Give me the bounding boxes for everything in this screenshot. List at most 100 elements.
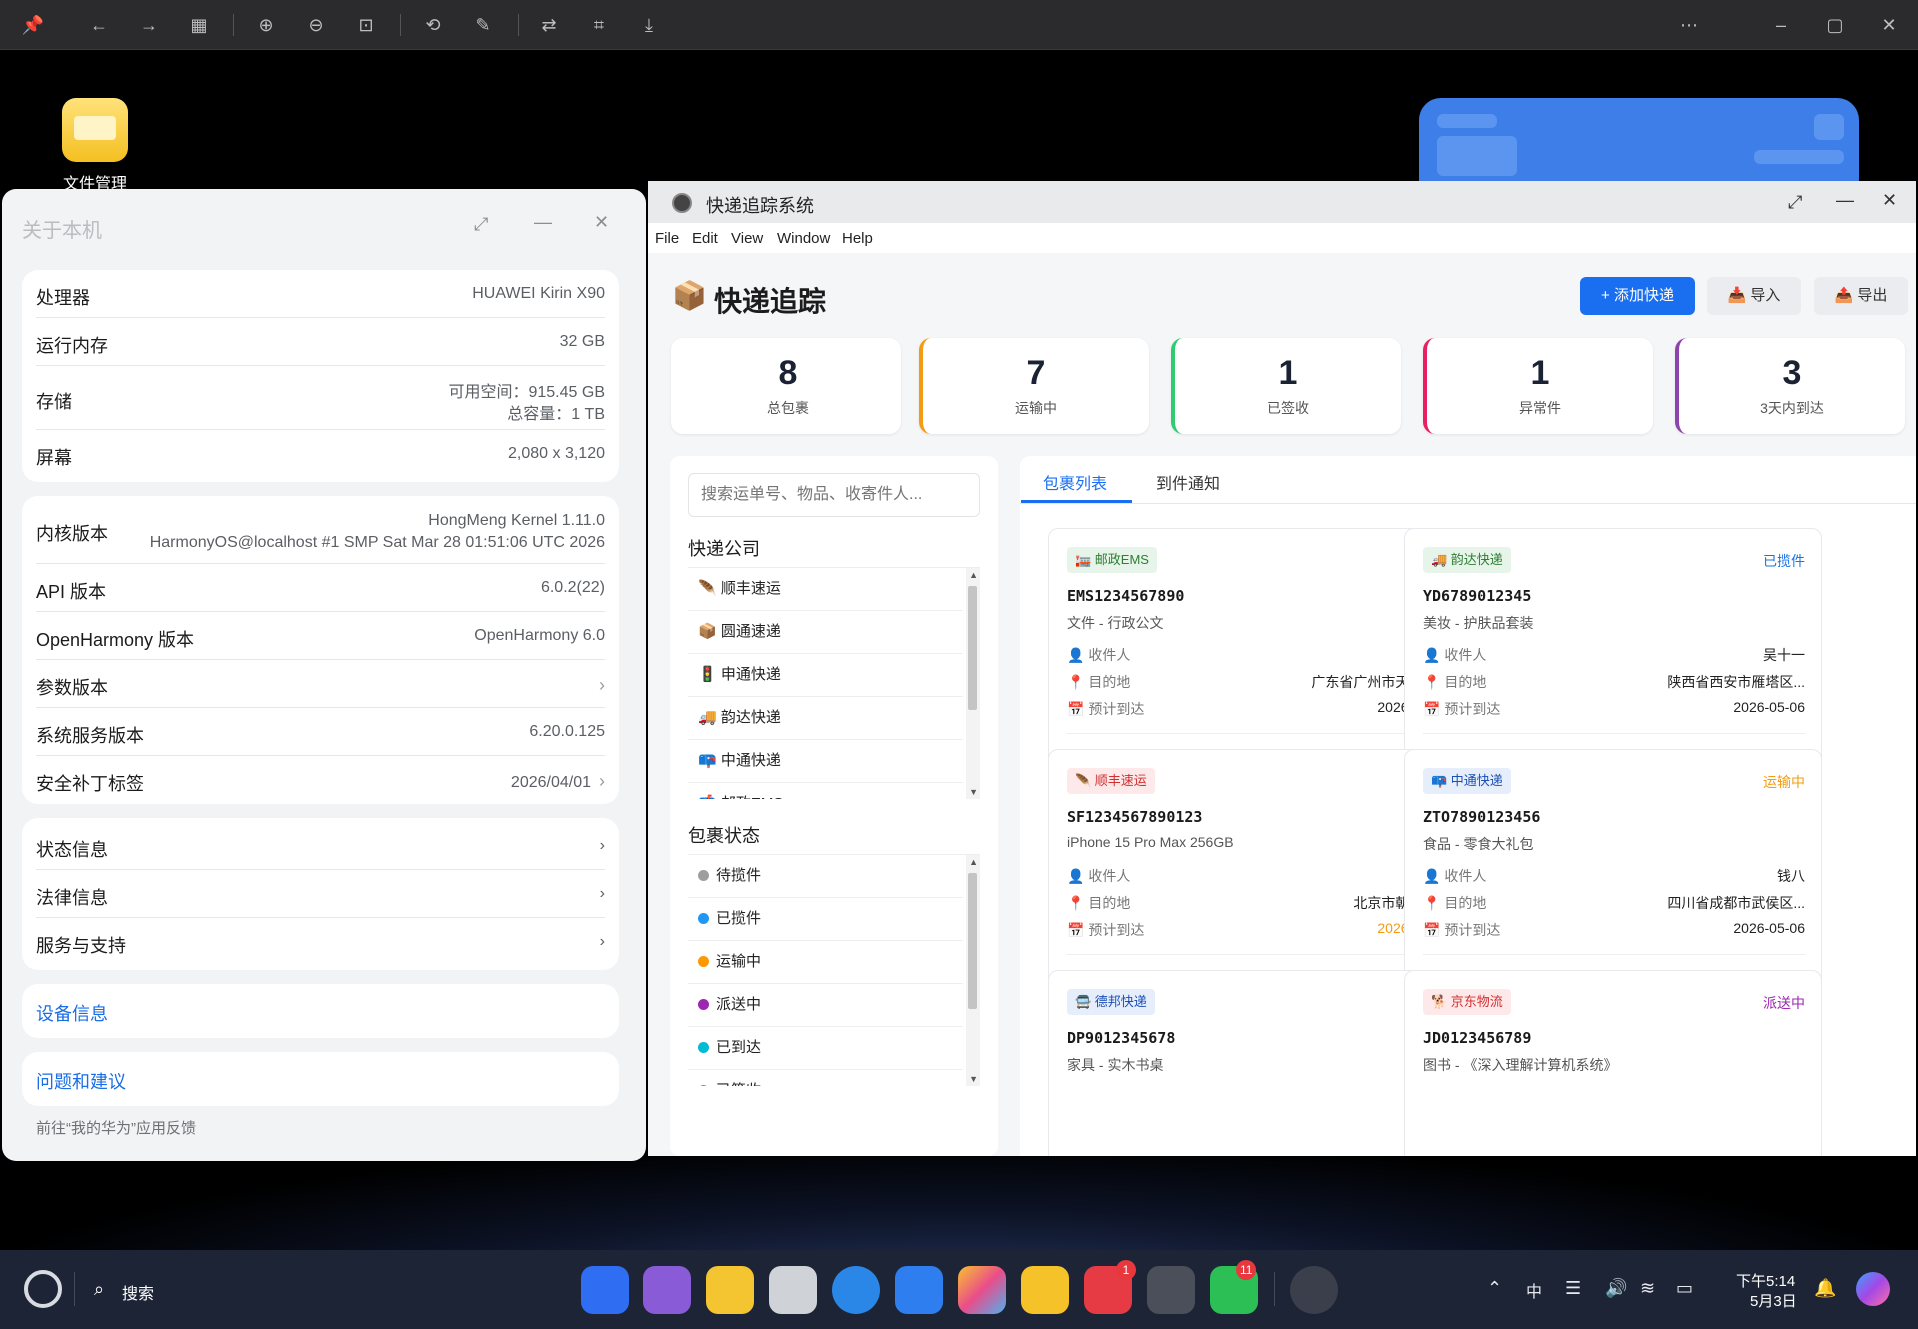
home-button-icon[interactable] — [24, 1270, 62, 1308]
carrier-option[interactable]: 📦 圆通速递 — [688, 611, 963, 654]
scan-icon[interactable]: ⌗ — [586, 12, 612, 38]
tab-arrival-notice[interactable]: 到件通知 — [1156, 470, 1220, 494]
legal-info-row[interactable]: 法律信息 › — [36, 870, 605, 918]
scroll-up-icon[interactable]: ▲ — [969, 570, 978, 580]
status-option[interactable]: 待揽件 — [688, 855, 963, 898]
service-support-row[interactable]: 服务与支持 › — [36, 918, 605, 966]
status-option[interactable]: 已揽件 — [688, 898, 963, 941]
stat-card[interactable]: 8 总包裹 — [671, 338, 901, 434]
page-title: 快递追踪 — [714, 286, 827, 317]
carrier-option[interactable]: 🚦 申通快递 — [688, 654, 963, 697]
trash-icon[interactable] — [769, 1266, 817, 1314]
carrier-option[interactable]: 📪 中通快递 — [688, 740, 963, 783]
stat-card[interactable]: 1 已签收 — [1171, 338, 1401, 434]
browser-icon[interactable] — [832, 1266, 880, 1314]
grid-icon[interactable]: ▦ — [186, 12, 212, 38]
export-button[interactable]: 📤 导出 — [1814, 277, 1908, 315]
app-launcher-icon[interactable] — [581, 1266, 629, 1314]
close-icon[interactable]: ✕ — [1876, 12, 1902, 38]
status-option[interactable]: 派送中 — [688, 984, 963, 1027]
mail-icon[interactable] — [895, 1266, 943, 1314]
status-info-row[interactable]: 状态信息 › — [36, 822, 605, 870]
status-scrollbar[interactable]: ▲ ▼ — [966, 855, 980, 1086]
scroll-thumb[interactable] — [968, 873, 977, 1009]
carrier-scrollbar[interactable]: ▲ ▼ — [966, 568, 980, 799]
photos-icon[interactable] — [958, 1266, 1006, 1314]
menu-help[interactable]: Help — [842, 230, 873, 247]
carrier-badge: 🪶 顺丰速运 — [1067, 768, 1155, 794]
pin-icon[interactable]: 📌 — [20, 12, 46, 38]
chevron-up-icon[interactable]: ⌃ — [1487, 1278, 1502, 1299]
multitask-icon[interactable] — [643, 1266, 691, 1314]
package-card[interactable]: 🚚 韵达快递 已揽件 YD6789012345 美妆 - 护肤品套装 👤 收件人 吴十一 📍… — [1404, 528, 1822, 780]
notes-icon[interactable] — [1021, 1266, 1069, 1314]
volume-icon[interactable]: 🔊 — [1605, 1278, 1627, 1299]
zoom-in-icon[interactable]: ⊕ — [253, 12, 279, 38]
status-option[interactable]: 运输中 — [688, 941, 963, 984]
add-package-button[interactable]: + 添加快递 — [1580, 277, 1695, 315]
notification-bell-icon[interactable]: 🔔 — [1814, 1278, 1836, 1299]
device-info-card[interactable]: 设备信息 — [22, 984, 619, 1038]
close-icon[interactable]: ✕ — [594, 212, 609, 233]
tab-package-list[interactable]: 包裹列表 — [1043, 470, 1107, 494]
menu-file[interactable]: File — [655, 230, 679, 247]
forward-icon[interactable]: → — [136, 12, 162, 38]
package-card[interactable]: 🐕 京东物流 派送中 JD0123456789 图书 - 《深入理解计算机系统》 — [1404, 970, 1822, 1156]
fullscreen-icon[interactable]: ⤢ — [1788, 192, 1802, 213]
search-icon[interactable]: ⌕ — [94, 1279, 104, 1300]
menu-view[interactable]: View — [731, 230, 763, 247]
feedback-link[interactable]: 问题和建议 — [36, 1068, 126, 1094]
save-icon[interactable]: ⤓ — [636, 12, 662, 38]
fullscreen-icon[interactable]: ⤢ — [474, 214, 488, 235]
scroll-down-icon[interactable]: ▼ — [969, 1074, 978, 1084]
scroll-up-icon[interactable]: ▲ — [969, 857, 978, 867]
parameter-version-row[interactable]: 参数版本 › — [36, 660, 605, 708]
minimize-icon[interactable]: — — [534, 212, 552, 233]
carrier-option[interactable]: 📫 邮政EMS — [688, 783, 963, 799]
assistant-icon[interactable] — [1856, 1272, 1890, 1306]
scroll-thumb[interactable] — [968, 586, 977, 710]
status-list[interactable]: 待揽件已揽件运输中派送中已到达已签收 ▲ ▼ — [688, 854, 980, 1086]
status-option[interactable]: 已签收 — [688, 1070, 963, 1086]
search-input[interactable] — [688, 473, 980, 517]
stat-card[interactable]: 1 异常件 — [1423, 338, 1653, 434]
clock-time[interactable]: 下午5:14 — [1736, 1270, 1795, 1291]
rotate-icon[interactable]: ⟲ — [420, 12, 446, 38]
feedback-card[interactable]: 问题和建议 — [22, 1052, 619, 1106]
minimize-icon[interactable]: — — [1836, 190, 1854, 211]
more-icon[interactable]: ⋯ — [1676, 12, 1702, 38]
translate-icon[interactable]: ⇄ — [536, 12, 562, 38]
carrier-option[interactable]: 🪶 顺丰速运 — [688, 568, 963, 611]
package-card[interactable]: 📪 中通快递 运输中 ZTO7890123456 食品 - 零食大礼包 👤 收件人 钱八 📍… — [1404, 749, 1822, 1001]
import-button[interactable]: 📥 导入 — [1707, 277, 1801, 315]
device-info-link[interactable]: 设备信息 — [36, 1000, 108, 1026]
file-manager-icon[interactable] — [62, 98, 128, 162]
taskbar-search-label[interactable]: 搜索 — [122, 1280, 154, 1304]
ime-indicator[interactable]: 中 — [1526, 1278, 1542, 1302]
carrier-option[interactable]: 🚚 韵达快递 — [688, 697, 963, 740]
scroll-down-icon[interactable]: ▼ — [969, 787, 978, 797]
battery-icon[interactable]: ▭ — [1676, 1278, 1693, 1299]
maximize-icon[interactable]: ▢ — [1822, 12, 1848, 38]
fit-icon[interactable]: ⊡ — [353, 12, 379, 38]
status-option-label: 已签收 — [716, 1082, 761, 1086]
stat-card[interactable]: 3 3天内到达 — [1675, 338, 1905, 434]
stat-card[interactable]: 7 运输中 — [919, 338, 1149, 434]
minimize-icon[interactable]: – — [1768, 12, 1794, 38]
menu-window[interactable]: Window — [777, 230, 830, 247]
status-option[interactable]: 已到达 — [688, 1027, 963, 1070]
clipboard-icon[interactable]: ☰ — [1565, 1278, 1581, 1299]
settings-icon[interactable] — [1147, 1266, 1195, 1314]
carrier-list[interactable]: 🪶 顺丰速运📦 圆通速递🚦 申通快递🚚 韵达快递📪 中通快递📫 邮政EMS ▲ … — [688, 567, 980, 799]
files-icon[interactable] — [706, 1266, 754, 1314]
security-patch-row[interactable]: 安全补丁标签 2026/04/01 › — [36, 756, 605, 804]
clock-date[interactable]: 5月3日 — [1750, 1290, 1797, 1311]
zoom-out-icon[interactable]: ⊖ — [303, 12, 329, 38]
edit-icon[interactable]: ✎ — [470, 12, 496, 38]
menu-edit[interactable]: Edit — [692, 230, 718, 247]
close-icon[interactable]: ✕ — [1882, 190, 1897, 211]
wifi-icon[interactable]: ≋ — [1640, 1278, 1655, 1299]
electron-app-icon[interactable] — [1290, 1266, 1338, 1314]
back-icon[interactable]: ← — [86, 12, 112, 38]
status-option-label: 已到达 — [716, 1039, 762, 1056]
